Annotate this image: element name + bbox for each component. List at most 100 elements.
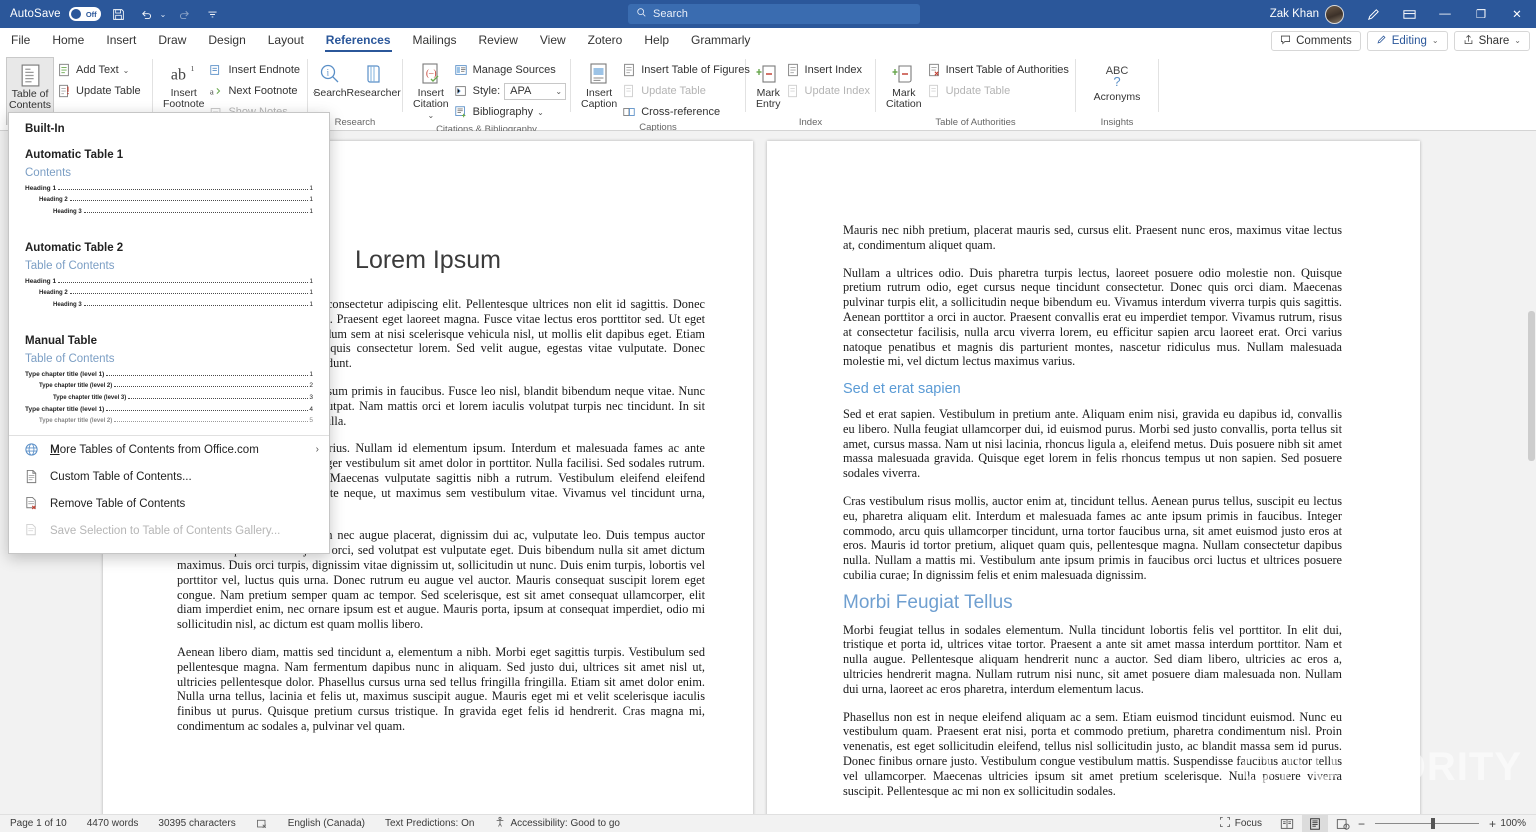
close-button[interactable]: ✕ bbox=[1500, 0, 1534, 28]
restore-button[interactable]: ❐ bbox=[1464, 0, 1498, 28]
zoom-slider-thumb[interactable] bbox=[1431, 818, 1435, 829]
status-accessibility[interactable]: Accessibility: Good to go bbox=[484, 816, 630, 831]
search-input[interactable]: Search bbox=[653, 8, 688, 20]
manage-sources-label: Manage Sources bbox=[473, 64, 556, 76]
chevron-right-icon: › bbox=[316, 444, 319, 455]
focus-button[interactable]: Focus bbox=[1209, 816, 1272, 831]
comments-label: Comments bbox=[1296, 35, 1352, 47]
tab-design[interactable]: Design bbox=[197, 28, 256, 53]
toc-row-label: Heading 1 bbox=[25, 276, 56, 287]
toc-row-label: Heading 2 bbox=[39, 195, 68, 206]
gallery-item-automatic-table-2[interactable]: Table of Contents Heading 1 1 Heading 2 … bbox=[9, 254, 329, 313]
insert-footnote-button[interactable]: ab1 Insert Footnote bbox=[161, 57, 206, 113]
researcher-button[interactable]: Researcher bbox=[349, 57, 399, 102]
tab-help[interactable]: Help bbox=[633, 28, 680, 53]
tab-mailings[interactable]: Mailings bbox=[402, 28, 468, 53]
group-insights: ABC ? Acronyms Insights bbox=[1078, 53, 1156, 131]
menu-item-more-tables-label: More Tables of Contents from Office.com bbox=[50, 444, 259, 456]
toc-leader-dots bbox=[84, 206, 309, 213]
manage-sources-button[interactable]: Manage Sources bbox=[451, 60, 572, 80]
mark-entry-button[interactable]: Mark Entry bbox=[754, 57, 783, 113]
paragraph: Morbi feugiat tellus in sodales elementu… bbox=[843, 623, 1342, 697]
document-page-right[interactable]: Mauris nec nibh pretium, placerat mauris… bbox=[767, 141, 1420, 814]
customize-quick-access-icon[interactable] bbox=[202, 4, 222, 24]
insert-index-button[interactable]: Insert Index bbox=[783, 60, 875, 80]
zoom-in-button[interactable]: + bbox=[1489, 817, 1496, 831]
proofing-errors-icon[interactable] bbox=[246, 818, 278, 830]
cross-reference-icon bbox=[621, 104, 637, 120]
minimize-button[interactable]: — bbox=[1428, 0, 1462, 28]
pen-icon[interactable] bbox=[1356, 0, 1390, 28]
update-table-button[interactable]: Update Table bbox=[54, 81, 146, 101]
avatar[interactable] bbox=[1325, 5, 1344, 24]
tab-references[interactable]: References bbox=[315, 28, 402, 53]
tab-review[interactable]: Review bbox=[468, 28, 529, 53]
toc-row-label: Heading 1 bbox=[25, 183, 56, 194]
tab-draw[interactable]: Draw bbox=[147, 28, 197, 53]
bibliography-caret-icon[interactable]: ⌄ bbox=[537, 108, 544, 117]
svg-text:ab: ab bbox=[171, 67, 186, 84]
style-selector[interactable]: Style: APA ⌄ bbox=[451, 81, 572, 101]
insert-caption-button[interactable]: Insert Caption bbox=[579, 57, 619, 113]
style-dropdown[interactable]: APA ⌄ bbox=[504, 83, 566, 100]
vertical-scrollbar[interactable] bbox=[1526, 131, 1536, 814]
add-text-caret-icon[interactable]: ⌄ bbox=[123, 66, 130, 75]
menu-item-custom-table-of-contents[interactable]: Custom Table of Contents... bbox=[9, 463, 329, 490]
add-text-button[interactable]: Add Text ⌄ bbox=[54, 60, 146, 80]
share-button[interactable]: Share ⌄ bbox=[1454, 31, 1530, 51]
read-mode-button[interactable] bbox=[1274, 815, 1300, 832]
toc-preview-row: Type chapter title (level 1) 1 bbox=[25, 369, 313, 380]
comments-button[interactable]: Comments bbox=[1271, 31, 1361, 51]
tab-file[interactable]: File bbox=[0, 28, 41, 53]
add-text-label: Add Text bbox=[76, 64, 119, 76]
next-footnote-button[interactable]: a Next Footnote ⌄ bbox=[206, 81, 323, 101]
ribbon-display-options-icon[interactable] bbox=[1392, 0, 1426, 28]
cross-reference-button[interactable]: Cross-reference bbox=[619, 102, 755, 122]
undo-caret-icon[interactable]: ⌄ bbox=[160, 10, 167, 19]
redo-icon[interactable] bbox=[174, 4, 194, 24]
toc-row-label: Heading 3 bbox=[53, 300, 82, 311]
web-layout-button[interactable] bbox=[1330, 815, 1356, 832]
bibliography-button[interactable]: Bibliography ⌄ bbox=[451, 102, 572, 122]
gallery-item-automatic-table-1[interactable]: Contents Heading 1 1 Heading 2 1 Heading… bbox=[9, 161, 329, 220]
user-name[interactable]: Zak Khan bbox=[1270, 8, 1319, 20]
tab-grammarly[interactable]: Grammarly bbox=[680, 28, 761, 53]
tab-view[interactable]: View bbox=[529, 28, 577, 53]
editing-button[interactable]: Editing ⌄ bbox=[1367, 31, 1448, 51]
insert-citation-button[interactable]: (–) Insert Citation ⌄ bbox=[411, 57, 451, 124]
print-layout-button[interactable] bbox=[1302, 815, 1328, 832]
insert-table-of-authorities-button[interactable]: Insert Table of Authorities bbox=[924, 60, 1074, 80]
menu-item-remove-table-of-contents[interactable]: Remove Table of Contents bbox=[9, 490, 329, 517]
scrollbar-thumb[interactable] bbox=[1528, 311, 1535, 461]
status-page-number[interactable]: Page 1 of 10 bbox=[0, 818, 77, 829]
zoom-out-button[interactable]: − bbox=[1358, 817, 1365, 831]
tab-zotero[interactable]: Zotero bbox=[577, 28, 634, 53]
insert-endnote-button[interactable]: Insert Endnote bbox=[206, 60, 323, 80]
autosave-toggle[interactable]: Off bbox=[69, 7, 101, 21]
status-character-count[interactable]: 30395 characters bbox=[148, 818, 245, 829]
menu-item-more-tables-from-office[interactable]: MMore Tables of Contents from Office.com… bbox=[9, 436, 329, 463]
zoom-slider[interactable] bbox=[1375, 823, 1479, 824]
save-icon[interactable] bbox=[109, 4, 129, 24]
search-button[interactable]: i Search bbox=[311, 57, 348, 102]
tab-home[interactable]: Home bbox=[41, 28, 95, 53]
status-word-count[interactable]: 4470 words bbox=[77, 818, 149, 829]
zoom-level-label[interactable]: 100% bbox=[1498, 818, 1532, 829]
mark-citation-button[interactable]: Mark Citation bbox=[884, 57, 924, 113]
next-footnote-label: Next Footnote bbox=[228, 85, 297, 97]
window-controls-area: Zak Khan — ❐ ✕ bbox=[1270, 0, 1536, 28]
insert-table-of-figures-button[interactable]: Insert Table of Figures bbox=[619, 60, 755, 80]
undo-icon[interactable] bbox=[137, 4, 157, 24]
insert-citation-caret-icon[interactable]: ⌄ bbox=[427, 111, 434, 120]
insert-caption-label-2: Caption bbox=[581, 99, 617, 110]
tab-insert[interactable]: Insert bbox=[95, 28, 147, 53]
table-of-contents-gallery-menu[interactable]: Built-In Automatic Table 1 Contents Head… bbox=[8, 112, 330, 554]
status-text-predictions[interactable]: Text Predictions: On bbox=[375, 818, 484, 829]
search-box[interactable]: Search bbox=[628, 4, 920, 24]
tab-layout[interactable]: Layout bbox=[257, 28, 315, 53]
status-language[interactable]: English (Canada) bbox=[278, 818, 375, 829]
acronyms-button[interactable]: ABC ? Acronyms bbox=[1086, 57, 1148, 106]
citation-small-commands: Manage Sources Style: APA ⌄ bbox=[451, 57, 572, 122]
toc-row-page: 1 bbox=[309, 194, 313, 205]
gallery-item-manual-table[interactable]: Table of Contents Type chapter title (le… bbox=[9, 347, 329, 429]
